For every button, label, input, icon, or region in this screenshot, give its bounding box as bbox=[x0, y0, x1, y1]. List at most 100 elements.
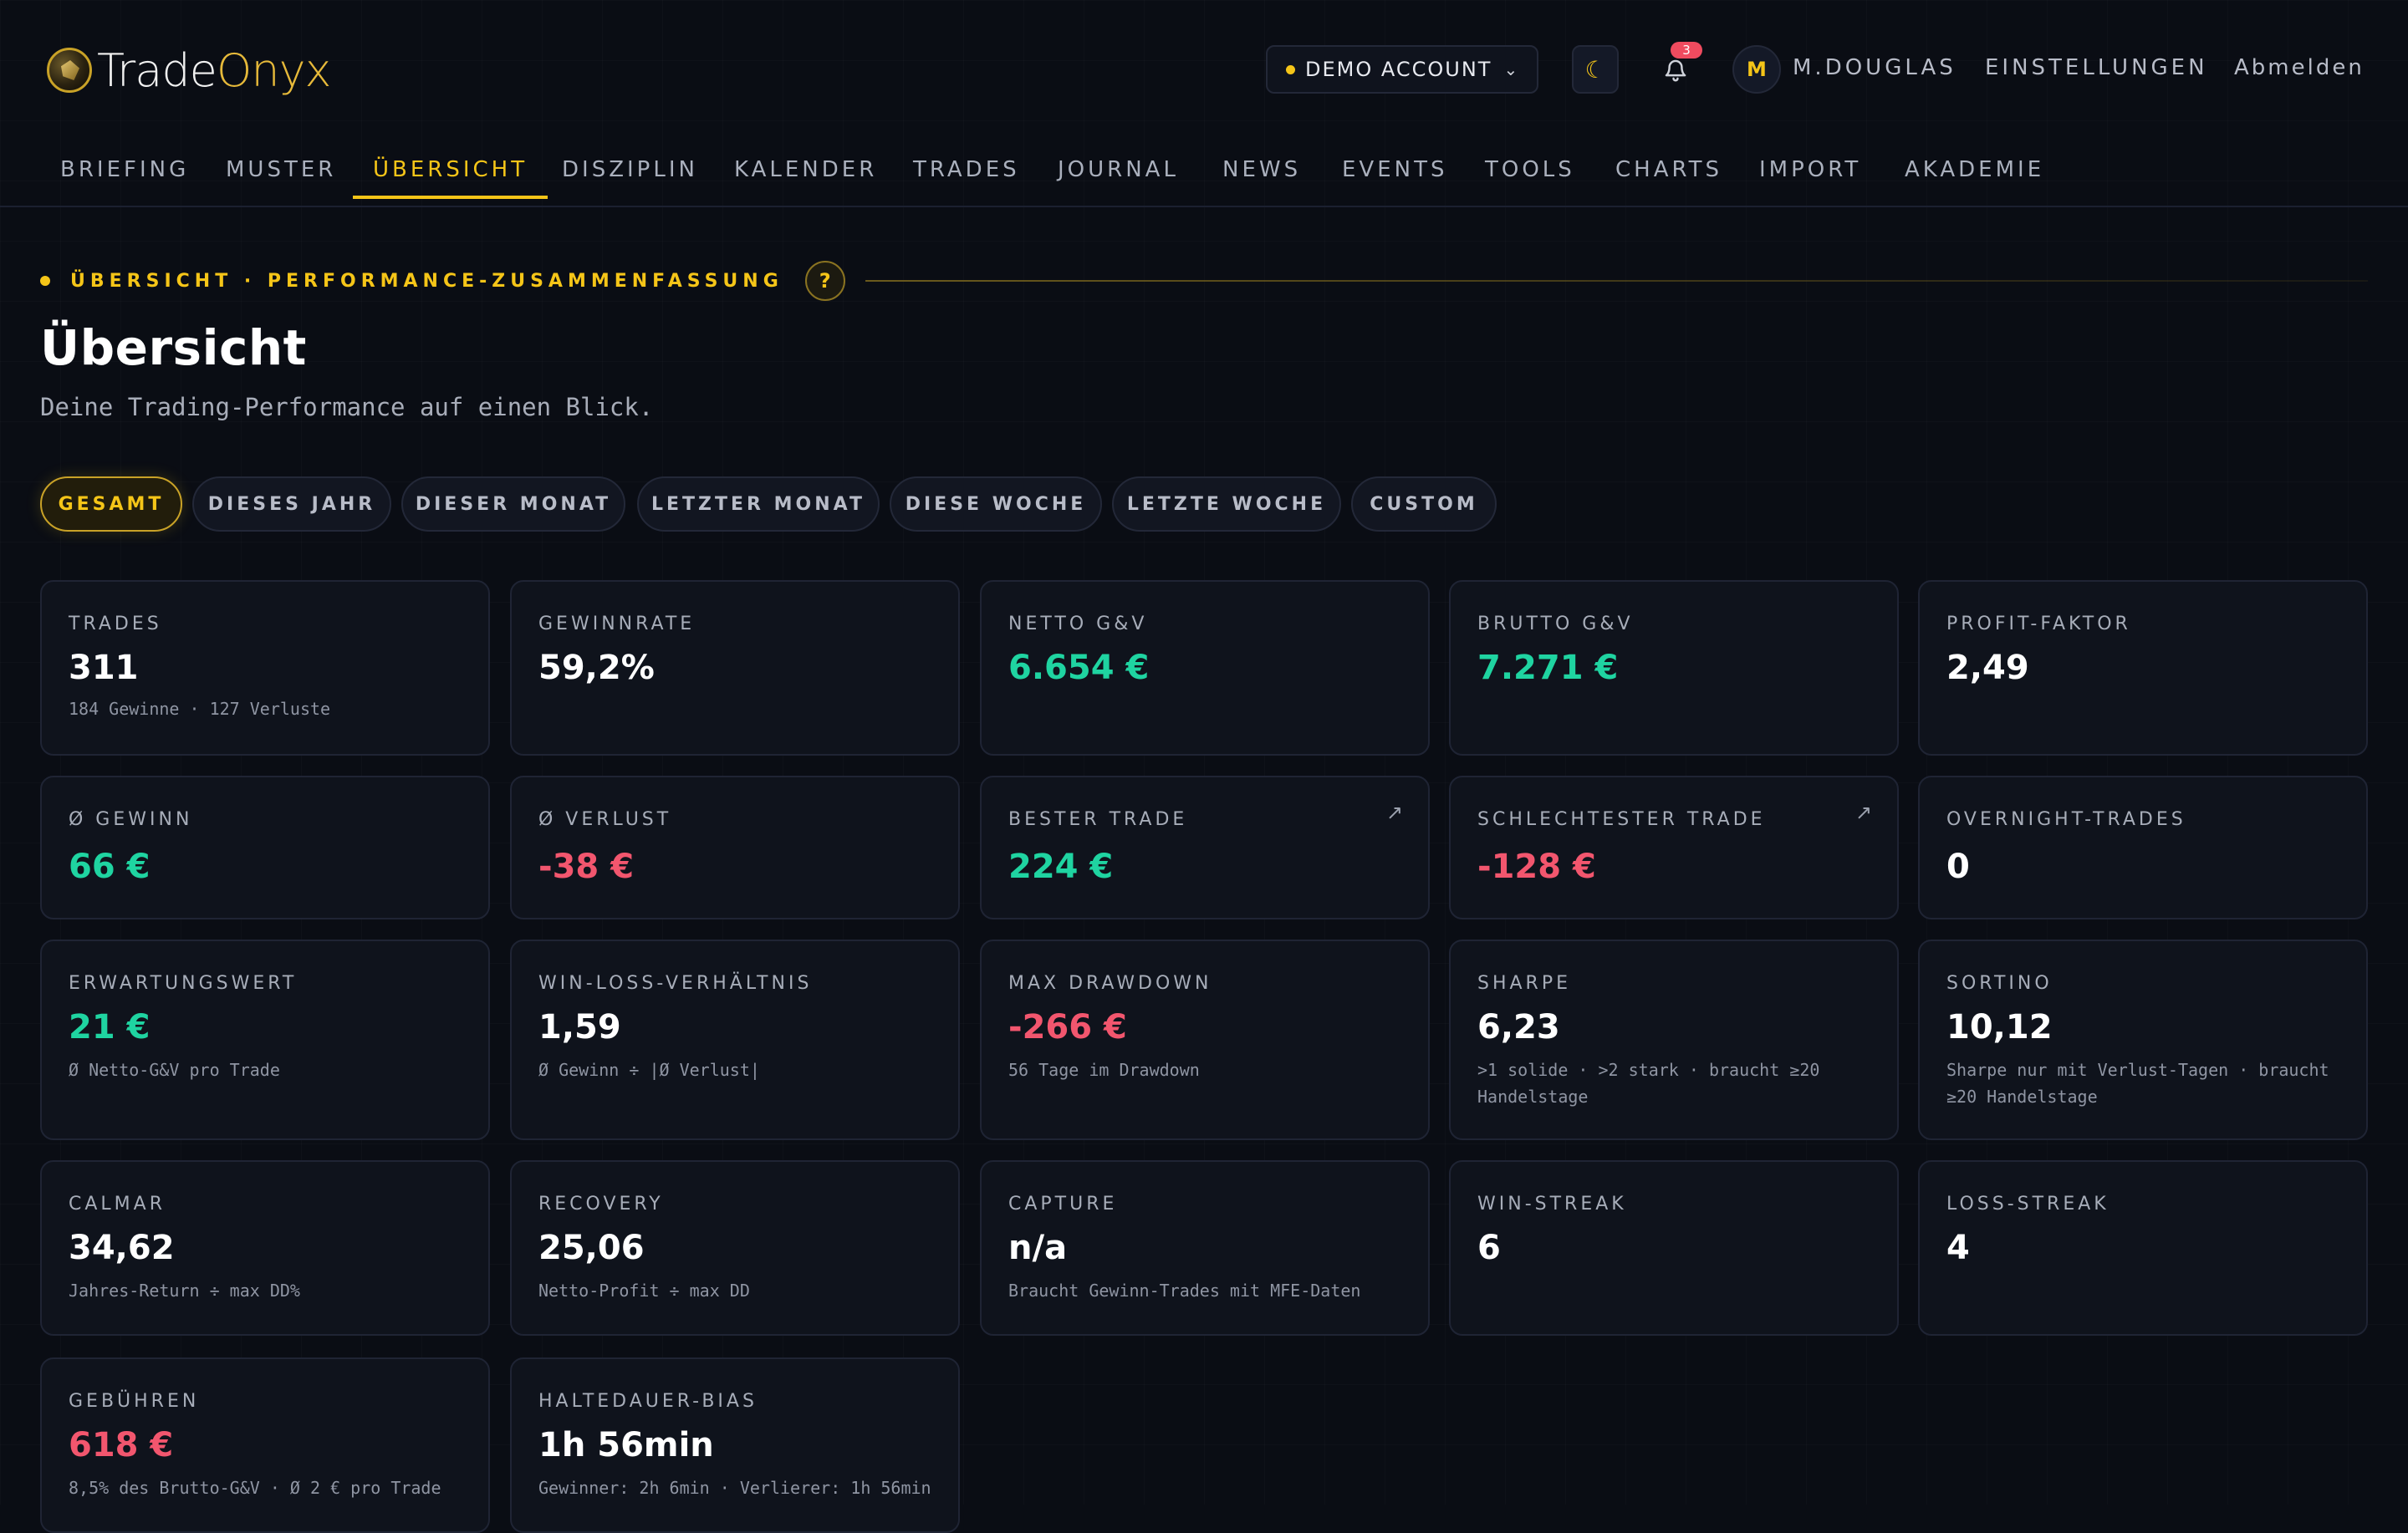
metric-card-sortino: SORTINO 10,12 Sharpe nur mit Verlust-Tag… bbox=[1918, 940, 2368, 1140]
metric-label: OVERNIGHT-TRADES bbox=[1946, 809, 2186, 830]
metric-label: BESTER TRADE bbox=[1008, 809, 1188, 830]
metric-card-netto-gv: NETTO G&V 6.654 € bbox=[980, 580, 1430, 756]
tab-charts[interactable]: CHARTS bbox=[1615, 157, 1722, 199]
metric-label: GEWINNRATE bbox=[538, 614, 696, 634]
metric-card-calmar: CALMAR 34,62 Jahres-Return ÷ max DD% bbox=[40, 1160, 490, 1336]
metric-value: -128 € bbox=[1477, 848, 1596, 886]
metric-value: 6.654 € bbox=[1008, 649, 1150, 687]
metric-card-overnight-trades: OVERNIGHT-TRADES 0 bbox=[1918, 776, 2368, 919]
avatar[interactable]: M bbox=[1732, 45, 1781, 94]
bell-icon bbox=[1665, 59, 1686, 82]
theme-toggle-button[interactable]: ☾ bbox=[1572, 45, 1619, 94]
section-eyebrow: ÜBERSICHT · PERFORMANCE-ZUSAMMENFASSUNG … bbox=[40, 261, 2368, 301]
metric-card-avg-verlust: Ø VERLUST -38 € bbox=[510, 776, 960, 919]
settings-link[interactable]: EINSTELLUNGEN bbox=[1985, 55, 2208, 80]
account-label: DEMO ACCOUNT bbox=[1305, 58, 1492, 81]
brand-name-b: Onyx bbox=[216, 43, 332, 97]
help-button[interactable]: ? bbox=[804, 261, 845, 301]
metric-subtext: 184 Gewinne · 127 Verluste bbox=[69, 699, 331, 719]
metric-value: 34,62 bbox=[69, 1229, 175, 1267]
metric-card-schlechtester-trade[interactable]: SCHLECHTESTER TRADE ↗ -128 € bbox=[1449, 776, 1899, 919]
onyx-gem-icon bbox=[47, 48, 92, 93]
metric-card-capture: CAPTURE n/a Braucht Gewinn-Trades mit MF… bbox=[980, 1160, 1430, 1336]
metric-card-haltedauer-bias: HALTEDAUER-BIAS 1h 56min Gewinner: 2h 6m… bbox=[510, 1357, 960, 1533]
metric-subtext: >1 solide · >2 stark · braucht ≥20 Hande… bbox=[1477, 1060, 1820, 1107]
tab-muster[interactable]: MUSTER bbox=[226, 157, 336, 199]
brand-name-a: Trade bbox=[97, 43, 217, 97]
metric-subtext: 8,5% des Brutto-G&V · Ø 2 € pro Trade bbox=[69, 1478, 441, 1498]
metric-value: 224 € bbox=[1008, 848, 1114, 886]
tab-kalender[interactable]: KALENDER bbox=[734, 157, 877, 199]
metric-subtext: Jahres-Return ÷ max DD% bbox=[69, 1281, 300, 1301]
notification-count-badge: 3 bbox=[1671, 42, 1702, 59]
metric-card-win-streak: WIN-STREAK 6 bbox=[1449, 1160, 1899, 1336]
metric-label: Ø VERLUST bbox=[538, 809, 672, 830]
metric-label: Ø GEWINN bbox=[69, 809, 193, 830]
eyebrow-divider bbox=[865, 280, 2368, 282]
metric-card-erwartungswert: ERWARTUNGSWERT 21 € Ø Netto-G&V pro Trad… bbox=[40, 940, 490, 1140]
brand-logo[interactable]: TradeOnyx bbox=[47, 40, 331, 100]
metric-value: 0 bbox=[1946, 848, 1970, 886]
top-bar: TradeOnyx DEMO ACCOUNT ⌄ ☾ 3 M M.DOUGLAS… bbox=[0, 0, 2408, 140]
user-name-link[interactable]: M.DOUGLAS bbox=[1793, 55, 1956, 80]
metric-card-brutto-gv: BRUTTO G&V 7.271 € bbox=[1449, 580, 1899, 756]
metric-value: 21 € bbox=[69, 1008, 150, 1047]
metric-label: PROFIT-FAKTOR bbox=[1946, 614, 2131, 634]
tab-uebersicht[interactable]: ÜBERSICHT bbox=[352, 157, 548, 199]
filter-letzter-monat[interactable]: LETZTER MONAT bbox=[637, 476, 880, 532]
filter-dieses-jahr[interactable]: DIESES JAHR bbox=[192, 476, 391, 532]
tab-events[interactable]: EVENTS bbox=[1342, 157, 1447, 199]
page-title: Übersicht bbox=[40, 319, 307, 376]
metric-label: GEBÜHREN bbox=[69, 1391, 200, 1412]
filter-letzte-woche[interactable]: LETZTE WOCHE bbox=[1112, 476, 1341, 532]
metric-label: CAPTURE bbox=[1008, 1194, 1118, 1215]
metric-label: RECOVERY bbox=[538, 1194, 664, 1215]
metric-card-gewinnrate: GEWINNRATE 59,2% bbox=[510, 580, 960, 756]
metric-subtext: Braucht Gewinn-Trades mit MFE-Daten bbox=[1008, 1281, 1361, 1301]
main-nav: BRIEFING MUSTER ÜBERSICHT DISZIPLIN KALE… bbox=[0, 140, 2408, 207]
brand-wordmark: TradeOnyx bbox=[97, 44, 331, 97]
metric-label: SHARPE bbox=[1477, 973, 1572, 994]
logout-link[interactable]: Abmelden bbox=[2234, 55, 2365, 80]
tab-news[interactable]: NEWS bbox=[1222, 157, 1301, 199]
arrow-up-right-icon[interactable]: ↗ bbox=[1386, 801, 1403, 824]
eyebrow-text: ÜBERSICHT · PERFORMANCE-ZUSAMMENFASSUNG bbox=[70, 270, 783, 292]
tab-import[interactable]: IMPORT bbox=[1759, 157, 1861, 199]
metric-value: 2,49 bbox=[1946, 649, 2029, 687]
tab-journal[interactable]: JOURNAL bbox=[1058, 157, 1179, 199]
metric-subtext: Netto-Profit ÷ max DD bbox=[538, 1281, 750, 1301]
metric-value: 7.271 € bbox=[1477, 649, 1619, 687]
metric-label: SCHLECHTESTER TRADE bbox=[1477, 809, 1766, 830]
metric-label: TRADES bbox=[69, 614, 162, 634]
metric-value: 1,59 bbox=[538, 1008, 621, 1047]
metric-subtext: Ø Netto-G&V pro Trade bbox=[69, 1060, 280, 1080]
tab-tools[interactable]: TOOLS bbox=[1485, 157, 1575, 199]
filter-diese-woche[interactable]: DIESE WOCHE bbox=[890, 476, 1102, 532]
metric-label: WIN-STREAK bbox=[1477, 1194, 1627, 1215]
metric-card-bester-trade[interactable]: BESTER TRADE ↗ 224 € bbox=[980, 776, 1430, 919]
metric-card-max-drawdown: MAX DRAWDOWN -266 € 56 Tage im Drawdown bbox=[980, 940, 1430, 1140]
filter-dieser-monat[interactable]: DIESER MONAT bbox=[401, 476, 625, 532]
account-selector[interactable]: DEMO ACCOUNT ⌄ bbox=[1266, 45, 1538, 94]
tab-briefing[interactable]: BRIEFING bbox=[60, 157, 189, 199]
filter-gesamt[interactable]: GESAMT bbox=[40, 476, 182, 532]
metric-subtext: 56 Tage im Drawdown bbox=[1008, 1060, 1200, 1080]
metric-label: BRUTTO G&V bbox=[1477, 614, 1634, 634]
metric-card-sharpe: SHARPE 6,23 >1 solide · >2 stark · brauc… bbox=[1449, 940, 1899, 1140]
tab-disziplin[interactable]: DISZIPLIN bbox=[562, 157, 698, 199]
metric-value: 4 bbox=[1946, 1229, 1970, 1267]
metric-subtext: Ø Gewinn ÷ |Ø Verlust| bbox=[538, 1060, 760, 1080]
metric-value: 25,06 bbox=[538, 1229, 645, 1267]
metric-label: HALTEDAUER-BIAS bbox=[538, 1391, 758, 1412]
eyebrow-dot bbox=[40, 276, 50, 286]
metric-value: 618 € bbox=[69, 1426, 174, 1464]
tab-trades[interactable]: TRADES bbox=[913, 157, 1020, 199]
tab-akademie[interactable]: AKADEMIE bbox=[1905, 157, 2044, 199]
metric-card-loss-streak: LOSS-STREAK 4 bbox=[1918, 1160, 2368, 1336]
metric-card-profit-faktor: PROFIT-FAKTOR 2,49 bbox=[1918, 580, 2368, 756]
metric-card-win-loss-verhaeltnis: WIN-LOSS-VERHÄLTNIS 1,59 Ø Gewinn ÷ |Ø V… bbox=[510, 940, 960, 1140]
metric-value: 66 € bbox=[69, 848, 150, 886]
arrow-up-right-icon[interactable]: ↗ bbox=[1855, 801, 1872, 824]
filter-custom[interactable]: CUSTOM bbox=[1351, 476, 1497, 532]
metric-card-trades: TRADES 311 184 Gewinne · 127 Verluste bbox=[40, 580, 490, 756]
